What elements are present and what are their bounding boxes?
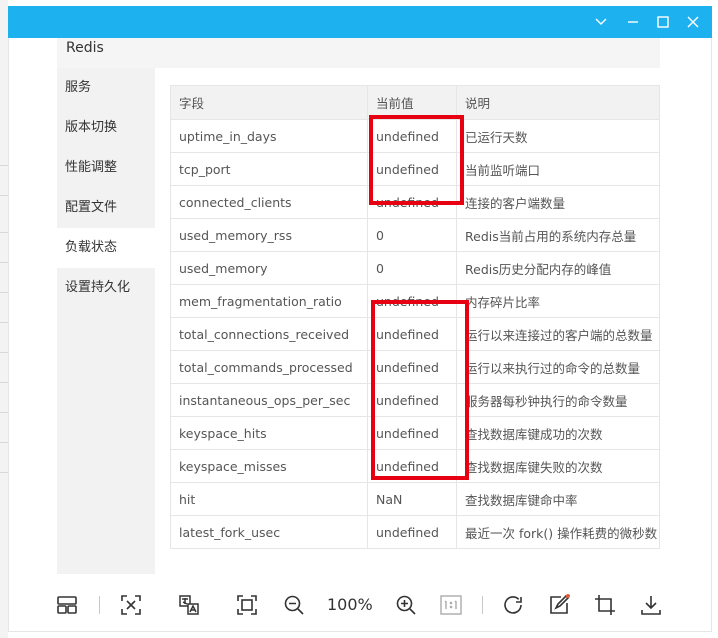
actual-size-icon[interactable] [437,592,465,618]
field-cell: used_memory_rss [170,218,368,252]
sidebar-item-label: 配置文件 [65,200,118,215]
description-cell: Redis当前占用的系统内存总量 [456,218,660,252]
toolbar-divider [99,596,100,614]
table-row: keyspace_misses undefined 查找数据库键失败的次数 [170,449,660,483]
sidebar-item-label: 负载状态 [65,240,118,255]
rotate-icon[interactable] [499,592,527,618]
sidebar-item-label: 性能调整 [65,160,118,175]
table-row: mem_fragmentation_ratio undefined 内存碎片比率 [170,284,660,318]
value-cell: undefined [367,416,457,450]
sidebar-item-persistence[interactable]: 设置持久化 [57,268,155,308]
sidebar-item-version-switch[interactable]: 版本切换 [57,108,155,148]
value-cell: undefined [367,284,457,318]
value-cell: undefined [367,449,457,483]
edit-icon[interactable] [545,592,573,618]
description-cell: 查找数据库键成功的次数 [456,416,660,450]
value-cell: undefined [367,515,457,549]
sidebar: 服务 版本切换 性能调整 配置文件 负载状态 设置持久化 [57,68,155,574]
background-app-edge [0,0,8,638]
field-cell: keyspace_misses [170,449,368,483]
description-cell: 服务器每秒钟执行的命令数量 [456,383,660,417]
table-header-row: 字段 当前值 说明 [170,85,660,120]
table-row: latest_fork_usec undefined 最近一次 fork() 操作耗… [170,515,660,549]
description-cell: 查找数据库键失败的次数 [456,449,660,483]
zoom-in-icon[interactable] [392,592,420,618]
sidebar-item-config-file[interactable]: 配置文件 [57,188,155,228]
table-row: total_commands_processed undefined 运行以来执行过… [170,350,660,384]
value-cell: 0 [367,218,457,252]
sidebar-item-load-status[interactable]: 负载状态 [57,228,155,268]
field-cell: keyspace_hits [170,416,368,450]
description-cell: 当前监听端口 [456,152,660,186]
value-cell: undefined [367,317,457,351]
table-row: keyspace_hits undefined 查找数据库键成功的次数 [170,416,660,450]
maximize-icon[interactable] [655,14,671,30]
panel-header: Redis [57,38,660,68]
crop-icon[interactable] [591,592,619,618]
field-cell: instantaneous_ops_per_sec [170,383,368,417]
table-row: hit NaN 查找数据库键命中率 [170,482,660,516]
table-row: used_memory 0 Redis历史分配内存的峰值 [170,251,660,285]
field-cell: total_commands_processed [170,350,368,384]
value-cell: NaN [367,482,457,516]
table-row: connected_clients undefined 连接的客户端数量 [170,185,660,219]
value-cell: undefined [367,152,457,186]
fullscreen-icon[interactable] [233,592,261,618]
sidebar-item-service[interactable]: 服务 [57,68,155,108]
fit-window-icon[interactable] [117,592,145,618]
table-row: tcp_port undefined 当前监听端口 [170,152,660,186]
sidebar-item-label: 设置持久化 [65,280,131,295]
description-cell: 连接的客户端数量 [456,185,660,219]
column-header-value: 当前值 [367,85,457,120]
translate-icon[interactable] [175,592,203,618]
table-row: uptime_in_days undefined 已运行天数 [170,119,660,153]
table-row: used_memory_rss 0 Redis当前占用的系统内存总量 [170,218,660,252]
description-cell: 内存碎片比率 [456,284,660,318]
description-cell: Redis历史分配内存的峰值 [456,251,660,285]
field-cell: hit [170,482,368,516]
field-cell: used_memory [170,251,368,285]
field-cell: tcp_port [170,152,368,186]
thumbnails-icon[interactable] [53,592,81,618]
close-icon[interactable] [685,14,701,30]
download-icon[interactable] [637,592,665,618]
value-cell: undefined [367,383,457,417]
value-cell: undefined [367,350,457,384]
table-row: instantaneous_ops_per_sec undefined 服务器每秒钟… [170,383,660,417]
sidebar-item-label: 服务 [65,80,92,95]
description-cell: 已运行天数 [456,119,660,153]
field-cell: mem_fragmentation_ratio [170,284,368,318]
field-cell: latest_fork_usec [170,515,368,549]
description-cell: 运行以来执行过的命令的总数量 [456,350,660,384]
window-titlebar[interactable] [8,6,712,38]
value-cell: undefined [367,185,457,219]
column-header-description: 说明 [456,85,660,120]
sidebar-item-label: 版本切换 [65,120,118,135]
value-cell: 0 [367,251,457,285]
table-row: total_connections_received undefined 运行以来连… [170,317,660,351]
minimize-icon[interactable] [625,14,641,30]
field-cell: uptime_in_days [170,119,368,153]
description-cell: 查找数据库键命中率 [456,482,660,516]
field-cell: connected_clients [170,185,368,219]
zoom-out-icon[interactable] [280,592,308,618]
zoom-level: 100% [327,595,373,614]
sidebar-item-performance[interactable]: 性能调整 [57,148,155,188]
description-cell: 运行以来连接过的客户端的总数量 [456,317,660,351]
description-cell: 最近一次 fork() 操作耗费的微秒数 [456,515,660,549]
image-viewer-toolbar: 100% [8,584,712,628]
column-header-field: 字段 [170,85,368,120]
field-cell: total_connections_received [170,317,368,351]
value-cell: undefined [367,119,457,153]
page-title: Redis [66,40,104,56]
load-status-table: 字段 当前值 说明 uptime_in_days undefined 已运行天数 t… [170,85,660,549]
chevron-down-icon[interactable] [593,14,609,30]
toolbar-divider [482,596,483,614]
